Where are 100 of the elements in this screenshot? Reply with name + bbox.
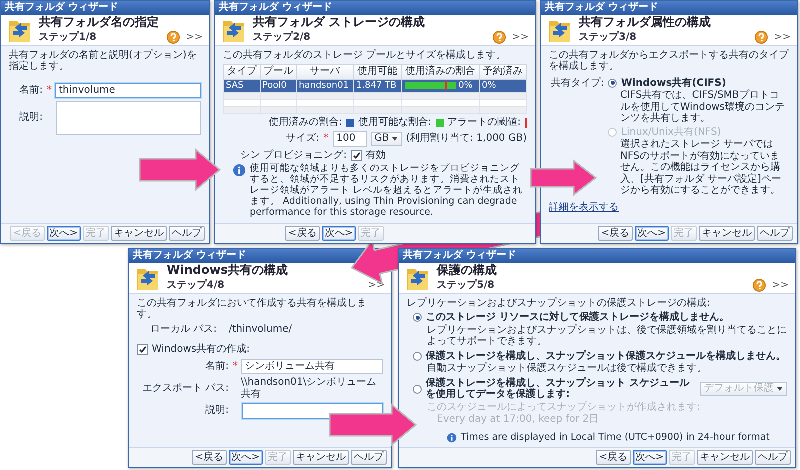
step-text: ステップ1/8 xyxy=(39,32,98,44)
field-label: サイズ: xyxy=(285,133,320,145)
info-icon xyxy=(233,164,246,178)
field-label: 名前: xyxy=(18,84,43,96)
field-label: 説明: xyxy=(204,405,229,416)
wizard-button[interactable]: ヘルプ xyxy=(755,450,791,465)
radio-label: 保護ストレージを構成し、スナップショット スケジュールを使用してデータを保護します: xyxy=(426,378,691,400)
unit-dropdown[interactable]: GB xyxy=(370,132,402,146)
checkbox-label: Windows共有の作成: xyxy=(152,344,250,356)
wizard-button[interactable]: ヘルプ xyxy=(351,450,387,465)
column-header: 使用済みの割合 xyxy=(401,64,480,79)
window-title: 共有フォルダ ウィザード xyxy=(1,1,209,14)
wizard-button[interactable]: <戻る xyxy=(285,226,320,241)
radio-label: Linux/Unix共有(NFS) xyxy=(621,126,722,138)
text-field[interactable]: thinvolume xyxy=(55,82,201,98)
step-text: ステップ5/8 xyxy=(437,280,496,292)
table-cell: 0% xyxy=(479,79,526,92)
expand-toggle[interactable]: >> xyxy=(186,32,203,44)
radio-button[interactable] xyxy=(413,352,422,361)
column-header: タイプ xyxy=(224,64,260,79)
radio-button[interactable] xyxy=(413,313,422,322)
checkbox[interactable] xyxy=(137,344,148,356)
wizard-button[interactable]: 次へ> xyxy=(228,450,263,465)
details-link[interactable]: 詳細を表示する xyxy=(549,202,619,213)
field-label: 名前: xyxy=(204,360,229,372)
warning-text: 使用可能な領域よりも多くのストレージをプロビジョニングすると、領域が不足するリスクがあります。消費されたストレージ領域がアラート レベルを超えるとアラートが生成されます。 Additionally, using Thin Provisioning can degrade performance for this storage resource. xyxy=(250,164,524,219)
help-icon[interactable] xyxy=(755,30,768,44)
wizard-button[interactable]: <戻る xyxy=(596,450,631,465)
step-text: ステップ4/8 xyxy=(167,280,226,292)
page-heading: Windows共有の構成 xyxy=(167,264,289,278)
page-heading: 共有フォルダ名の指定 xyxy=(39,16,160,30)
option-note: CIFS共有では、CIFS/SMBプロトコルを使用してWindows環境のコンテンツを共有します。 xyxy=(619,90,786,124)
expand-toggle[interactable]: >> xyxy=(774,32,791,44)
caret-icon xyxy=(392,137,398,142)
radio-button[interactable] xyxy=(413,384,422,394)
text-area[interactable] xyxy=(56,101,201,135)
legend-label: 使用済みの割合: xyxy=(268,116,342,128)
option-note: このスケジュールによってスナップショットが作成されます: xyxy=(426,402,702,413)
wizard-button[interactable]: 次へ> xyxy=(634,226,669,241)
expand-toggle[interactable]: >> xyxy=(772,280,789,292)
size-field[interactable]: 100 xyxy=(332,131,367,147)
description-text: レプリケーションおよびスナップショットの保護ストレージの構成: xyxy=(407,298,712,309)
expand-toggle[interactable]: >> xyxy=(512,32,529,44)
required-mark: * xyxy=(233,360,238,372)
radio-label: Windows共有(CIFS) xyxy=(621,78,726,89)
checkbox-label: 有効 xyxy=(366,150,386,162)
radio-label: 保護ストレージを構成し、スナップショット保護スケジュールを構成しません。 xyxy=(426,350,786,362)
text-field[interactable]: シンボリューム共有 xyxy=(241,358,383,374)
table-row[interactable]: SAS Pool0 handson01 1.847 TB 0% 0% xyxy=(224,79,526,92)
required-mark: * xyxy=(47,84,52,96)
quota-text: (利用割り当て: 1,000 GB) xyxy=(406,133,527,145)
wizard-button[interactable]: <戻る xyxy=(598,226,633,241)
table-cell: 1.847 TB xyxy=(354,79,402,92)
table-cell: SAS xyxy=(224,79,260,92)
column-header: 予約済み xyxy=(479,64,526,79)
info-icon xyxy=(447,432,457,443)
column-header: プール xyxy=(260,64,297,79)
option-note: レプリケーションおよびスナップショットは、後で保護領域を割り当てることによってサポートできます。 xyxy=(426,324,787,348)
description-text: この共有フォルダにおいて作成する共有を構成します。 xyxy=(137,298,368,320)
field-value: /thinvolume/ xyxy=(228,324,294,335)
help-icon[interactable] xyxy=(493,30,506,44)
required-mark: * xyxy=(324,133,329,145)
help-icon[interactable] xyxy=(167,30,180,44)
wizard-button[interactable]: <戻る xyxy=(192,450,227,465)
help-icon[interactable] xyxy=(753,278,766,292)
page-heading: 保護の構成 xyxy=(437,264,498,278)
checkbox[interactable] xyxy=(351,150,362,162)
window-title: 共有フォルダ ウィザード xyxy=(399,249,795,262)
legend-label: 使用可能な割合: xyxy=(358,116,432,128)
wizard-button[interactable]: 次へ> xyxy=(632,450,667,465)
wizard-button[interactable]: 次へ> xyxy=(46,226,81,241)
page-heading: 共有フォルダ ストレージの構成 xyxy=(253,16,426,30)
wizard-button[interactable]: 次へ> xyxy=(322,226,356,241)
step-text: ステップ3/8 xyxy=(579,32,638,44)
wizard-button[interactable]: キャンセル xyxy=(111,226,167,241)
column-header: サーバ xyxy=(296,64,354,79)
step-text: ステップ2/8 xyxy=(253,32,312,44)
table-cell: Pool0 xyxy=(260,79,297,92)
window-title: 共有フォルダ ウィザード xyxy=(215,1,535,14)
wizard-button[interactable]: キャンセル xyxy=(699,226,755,241)
option-note: 自動スナップショット保護スケジュールは後で構成できます。 xyxy=(426,363,708,374)
description-text: この共有フォルダのストレージ プールとサイズを構成します。 xyxy=(223,50,508,61)
expand-toggle[interactable]: >> xyxy=(368,280,385,292)
wizard-button[interactable]: ヘルプ xyxy=(757,226,793,241)
option-note: 選択されたストレージ サーバではNFSのサポートが有効になっていません。この機能はライセンスから購入、[共有フォルダ サーバ設定]ページから有効にすることができます。 xyxy=(619,139,782,196)
description-text: この共有フォルダからエクスポートする共有のタイプを構成します。 xyxy=(549,50,789,72)
field-value: \\handson01\シンボリューム共有 xyxy=(240,377,378,400)
cell-text: 0% xyxy=(458,80,473,90)
description-text: 共有フォルダの名前と説明(オプション)を指定します。 xyxy=(9,50,198,72)
caret-icon xyxy=(777,387,783,391)
field-label: ローカル パス: xyxy=(149,324,217,335)
wizard-button[interactable]: キャンセル xyxy=(697,450,753,465)
page-heading: 共有フォルダ属性の構成 xyxy=(579,16,712,30)
wizard-button[interactable]: ヘルプ xyxy=(169,226,205,241)
wizard-button[interactable]: キャンセル xyxy=(293,450,349,465)
column-header: 使用可能 xyxy=(354,64,402,79)
radio-button[interactable] xyxy=(608,78,618,88)
field-label: 説明: xyxy=(18,112,43,124)
field-label: シン プロビジョニング: xyxy=(239,150,347,162)
option-note: Every day at 17:00, keep for 2日 xyxy=(436,414,600,426)
